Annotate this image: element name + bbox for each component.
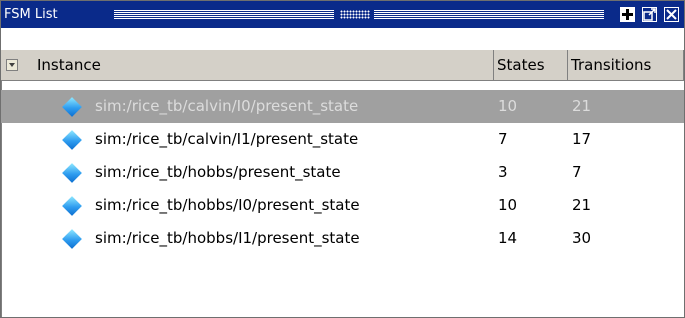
table-row[interactable]: sim:/rice_tb/hobbs/present_state 3 7 [1, 156, 684, 189]
fsm-diamond-icon [62, 97, 82, 117]
plus-icon [622, 9, 633, 20]
drag-handle[interactable] [340, 10, 370, 19]
instance-cell: sim:/rice_tb/hobbs/I0/present_state [95, 196, 360, 214]
transitions-cell: 17 [572, 130, 592, 148]
states-cell: 10 [498, 97, 518, 115]
add-button[interactable] [620, 7, 635, 22]
title-bar[interactable]: FSM List [1, 1, 684, 28]
states-cell: 10 [498, 196, 518, 214]
column-header: Instance States Transitions [1, 49, 684, 81]
column-header-states-label: States [497, 56, 545, 74]
transitions-cell: 21 [572, 97, 592, 115]
column-header-states[interactable]: States [494, 50, 568, 80]
transitions-cell: 7 [572, 163, 582, 181]
instance-cell: sim:/rice_tb/hobbs/I1/present_state [95, 229, 360, 247]
fsm-list-window: FSM List Instance States Transitions sim… [0, 0, 685, 318]
table-row[interactable]: sim:/rice_tb/hobbs/I1/present_state 14 3… [1, 222, 684, 255]
instance-cell: sim:/rice_tb/hobbs/present_state [95, 163, 341, 181]
table-row[interactable]: sim:/rice_tb/calvin/I1/present_state 7 1… [1, 123, 684, 156]
column-header-instance-label: Instance [37, 56, 101, 74]
fsm-diamond-icon [62, 229, 82, 249]
column-header-transitions[interactable]: Transitions [568, 50, 684, 80]
fsm-diamond-icon [62, 130, 82, 150]
table-row[interactable]: sim:/rice_tb/hobbs/I0/present_state 10 2… [1, 189, 684, 222]
drag-grip-right[interactable] [374, 10, 604, 19]
states-cell: 14 [498, 229, 518, 247]
fsm-list: sim:/rice_tb/calvin/I0/present_state 10 … [1, 90, 684, 255]
instance-cell: sim:/rice_tb/calvin/I1/present_state [95, 130, 359, 148]
states-cell: 3 [498, 163, 508, 181]
table-row[interactable]: sim:/rice_tb/calvin/I0/present_state 10 … [1, 90, 684, 123]
undock-button[interactable] [642, 7, 657, 22]
states-cell: 7 [498, 130, 508, 148]
transitions-cell: 30 [572, 229, 592, 247]
instance-cell: sim:/rice_tb/calvin/I0/present_state [95, 97, 359, 115]
window-title: FSM List [4, 7, 58, 22]
close-icon [666, 9, 677, 20]
fsm-diamond-icon [62, 196, 82, 216]
column-header-transitions-label: Transitions [571, 56, 652, 74]
fsm-diamond-icon [62, 163, 82, 183]
sort-down-icon[interactable] [6, 59, 18, 71]
close-button[interactable] [664, 7, 679, 22]
transitions-cell: 21 [572, 196, 592, 214]
undock-icon [643, 8, 656, 21]
drag-grip-left[interactable] [114, 10, 334, 19]
column-header-instance[interactable]: Instance [1, 50, 494, 80]
